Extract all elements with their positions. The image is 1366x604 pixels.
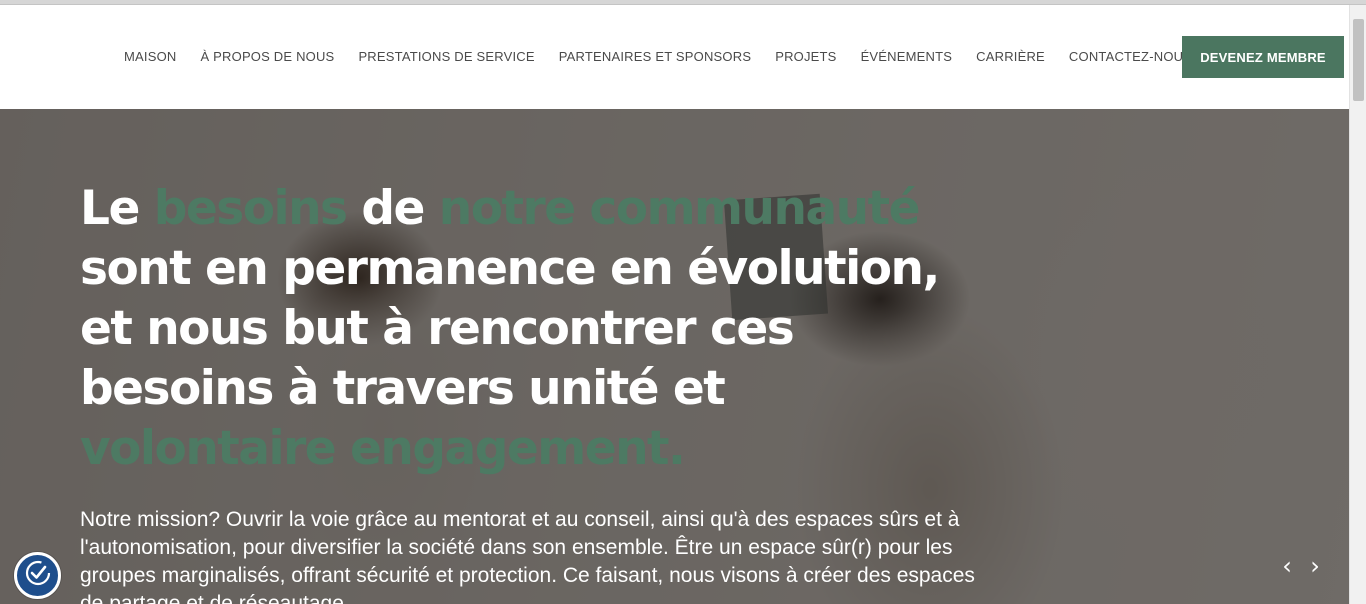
headline-accent-besoins: besoins <box>153 181 348 236</box>
hero-headline: Le besoins de notre communauté sont en p… <box>80 179 940 479</box>
headline-line-2: sont en permanence en évolution, <box>80 241 940 296</box>
main-navigation: MAISON À PROPOS DE NOUS PRESTATIONS DE S… <box>112 45 1204 69</box>
scrollbar-thumb[interactable] <box>1353 19 1364 101</box>
headline-word-le: Le <box>80 181 154 236</box>
page-scrollbar[interactable] <box>1349 5 1366 604</box>
nav-item-partenaires[interactable]: PARTENAIRES ET SPONSORS <box>547 45 763 69</box>
headline-word-de: de <box>346 181 439 236</box>
chevron-left-icon[interactable]: ‹ <box>1277 553 1297 579</box>
nav-item-projets[interactable]: PROJETS <box>763 45 848 69</box>
hero-banner: Le besoins de notre communauté sont en p… <box>0 109 1349 604</box>
headline-line-3: et nous but à rencontrer ces <box>80 301 795 356</box>
nav-item-carriere[interactable]: CARRIÈRE <box>964 45 1057 69</box>
headline-accent-communaute: notre communauté <box>438 181 921 236</box>
headline-line-4: besoins à travers unité et <box>80 361 726 416</box>
accessibility-widget-button[interactable] <box>14 552 61 599</box>
become-member-button[interactable]: DEVENEZ MEMBRE <box>1182 36 1344 78</box>
mission-statement: Notre mission? Ouvrir la voie grâce au m… <box>80 508 975 604</box>
nav-item-maison[interactable]: MAISON <box>112 45 188 69</box>
site-header: MAISON À PROPOS DE NOUS PRESTATIONS DE S… <box>0 5 1349 109</box>
headline-line-1: Le besoins de notre communauté <box>80 179 939 239</box>
nav-item-prestations[interactable]: PRESTATIONS DE SERVICE <box>346 45 546 69</box>
chevron-right-icon[interactable]: › <box>1305 553 1325 579</box>
nav-item-evenements[interactable]: ÉVÉNEMENTS <box>849 45 965 69</box>
accessibility-icon <box>23 558 53 593</box>
nav-item-a-propos[interactable]: À PROPOS DE NOUS <box>188 45 346 69</box>
headline-line-5: volontaire engagement. <box>80 421 686 476</box>
